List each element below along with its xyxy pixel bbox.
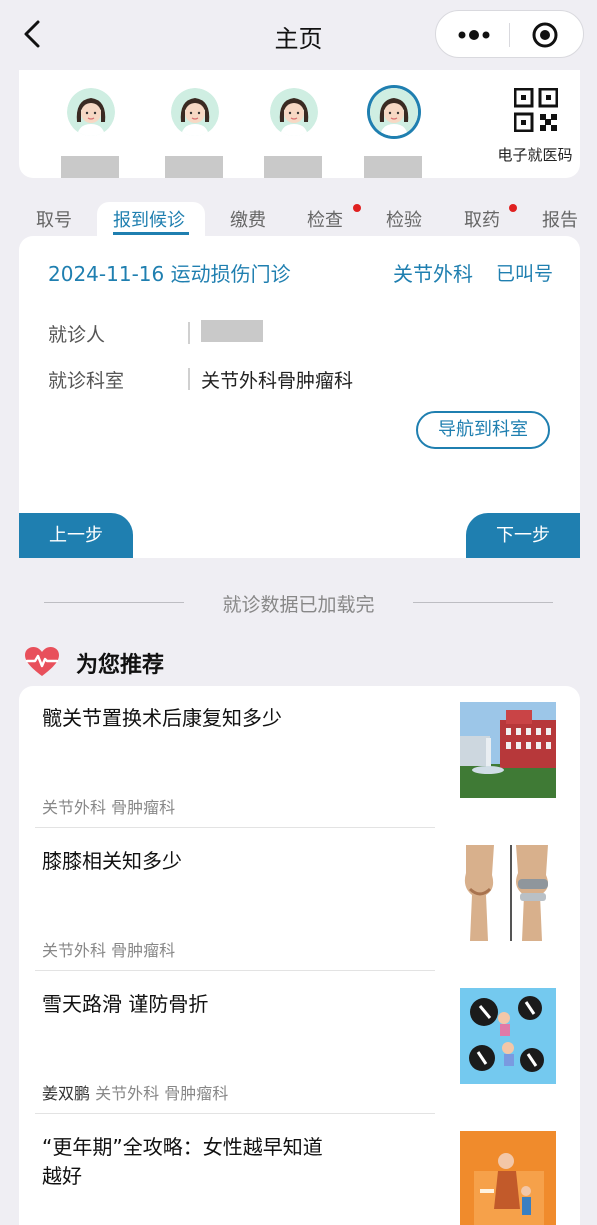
tab-report[interactable]: 报告 bbox=[542, 206, 578, 232]
article-divider bbox=[35, 1113, 435, 1114]
article-title: 雪天路滑 谨防骨折 bbox=[42, 992, 209, 1016]
tab-examination[interactable]: 检查 bbox=[307, 206, 343, 232]
service-tabs: 取号 报到候诊 缴费 检查 检验 取药 报告 bbox=[0, 198, 597, 238]
article-title: “更年期”全攻略：女性越早知道越好 bbox=[42, 1135, 323, 1188]
hospital-building-thumbnail bbox=[460, 702, 556, 798]
loaded-status-text: 就诊数据已加载完 bbox=[222, 594, 375, 616]
previous-step-button[interactable]: 上一步 bbox=[19, 513, 133, 558]
article-title: 髋关节置换术后康复知多少 bbox=[42, 706, 282, 730]
recommend-title: 为您推荐 bbox=[76, 653, 165, 678]
call-status: 已叫号 bbox=[496, 263, 554, 285]
female-avatar-icon bbox=[67, 88, 115, 136]
examination-badge bbox=[353, 204, 361, 212]
patient-name-masked bbox=[61, 156, 119, 178]
next-step-button[interactable]: 下一步 bbox=[466, 513, 580, 558]
navigate-to-department-button[interactable]: 导航到科室 bbox=[416, 411, 550, 449]
navigation-bar: 主页 bbox=[0, 0, 597, 70]
patient-item[interactable] bbox=[61, 88, 121, 178]
fall-safety-thumbnail bbox=[460, 988, 556, 1084]
department-label: 就诊科室 bbox=[48, 370, 125, 392]
patient-name-masked bbox=[364, 156, 422, 178]
patient-label: 就诊人 bbox=[48, 324, 106, 346]
patient-item[interactable] bbox=[165, 88, 225, 178]
capsule-divider bbox=[509, 23, 510, 47]
article-tags: 姜双鹏 关节外科 骨肿瘤科 bbox=[42, 1080, 228, 1104]
tab-lab-test[interactable]: 检验 bbox=[386, 206, 422, 232]
article-department: 关节外科 骨肿瘤科 bbox=[42, 798, 176, 817]
tab-pharmacy[interactable]: 取药 bbox=[464, 206, 500, 232]
knee-joint-thumbnail bbox=[460, 845, 556, 941]
tab-take-number[interactable]: 取号 bbox=[36, 206, 72, 232]
department-value: 关节外科骨肿瘤科 bbox=[201, 370, 354, 392]
patient-name-masked bbox=[264, 156, 322, 178]
close-program-icon[interactable] bbox=[531, 21, 559, 49]
article-tags: 关节外科 骨肿瘤科 bbox=[42, 794, 175, 818]
female-avatar-icon bbox=[270, 88, 318, 136]
patient-selector-card: 电子就医码 bbox=[19, 70, 580, 178]
row-divider bbox=[188, 368, 190, 390]
article-title: 膝膝相关知多少 bbox=[42, 849, 182, 873]
qr-code-icon bbox=[513, 87, 559, 133]
menopause-thumbnail bbox=[460, 1131, 556, 1225]
recommended-articles: 髋关节置换术后康复知多少 关节外科 骨肿瘤科 膝膝相关知多少 关节外科 骨肿瘤科 bbox=[19, 686, 580, 1225]
article-card[interactable]: 雪天路滑 谨防骨折 姜双鹏 关节外科 骨肿瘤科 bbox=[19, 972, 580, 1115]
active-tab-indicator bbox=[113, 232, 189, 235]
tab-check-in[interactable]: 报到候诊 bbox=[113, 206, 185, 232]
check-in-card: 2024-11-16 运动损伤门诊 关节外科 已叫号 就诊人 就诊科室 关节外科… bbox=[19, 236, 580, 558]
article-tags: 关节外科 骨肿瘤科 bbox=[42, 937, 175, 961]
article-card[interactable]: “更年期”全攻略：女性越早知道越好 bbox=[19, 1115, 580, 1225]
visit-date-clinic: 2024-11-16 运动损伤门诊 bbox=[48, 262, 291, 286]
patient-item-selected[interactable] bbox=[364, 88, 424, 178]
female-avatar-icon bbox=[370, 88, 418, 136]
tab-payment[interactable]: 缴费 bbox=[230, 206, 266, 232]
patient-name-masked bbox=[165, 156, 223, 178]
e-medical-code-button[interactable]: 电子就医码 bbox=[493, 87, 577, 165]
row-divider bbox=[188, 322, 190, 344]
female-avatar-icon bbox=[171, 88, 219, 136]
article-department: 关节外科 骨肿瘤科 bbox=[42, 941, 176, 960]
article-divider bbox=[35, 970, 435, 971]
pharmacy-badge bbox=[509, 204, 517, 212]
article-department: 关节外科 骨肿瘤科 bbox=[95, 1084, 229, 1103]
article-author: 姜双鹏 bbox=[42, 1084, 91, 1103]
visit-department: 关节外科 bbox=[393, 262, 473, 286]
divider-line-right bbox=[413, 602, 553, 603]
more-options-icon[interactable] bbox=[454, 23, 494, 47]
mini-program-capsule bbox=[435, 10, 584, 58]
article-divider bbox=[35, 827, 435, 828]
patient-name-masked bbox=[201, 320, 263, 342]
heart-pulse-icon bbox=[25, 647, 59, 676]
article-card[interactable]: 膝膝相关知多少 关节外科 骨肿瘤科 bbox=[19, 829, 580, 972]
qr-code-label: 电子就医码 bbox=[497, 146, 573, 164]
patient-item[interactable] bbox=[264, 88, 324, 178]
article-card[interactable]: 髋关节置换术后康复知多少 关节外科 骨肿瘤科 bbox=[19, 686, 580, 829]
